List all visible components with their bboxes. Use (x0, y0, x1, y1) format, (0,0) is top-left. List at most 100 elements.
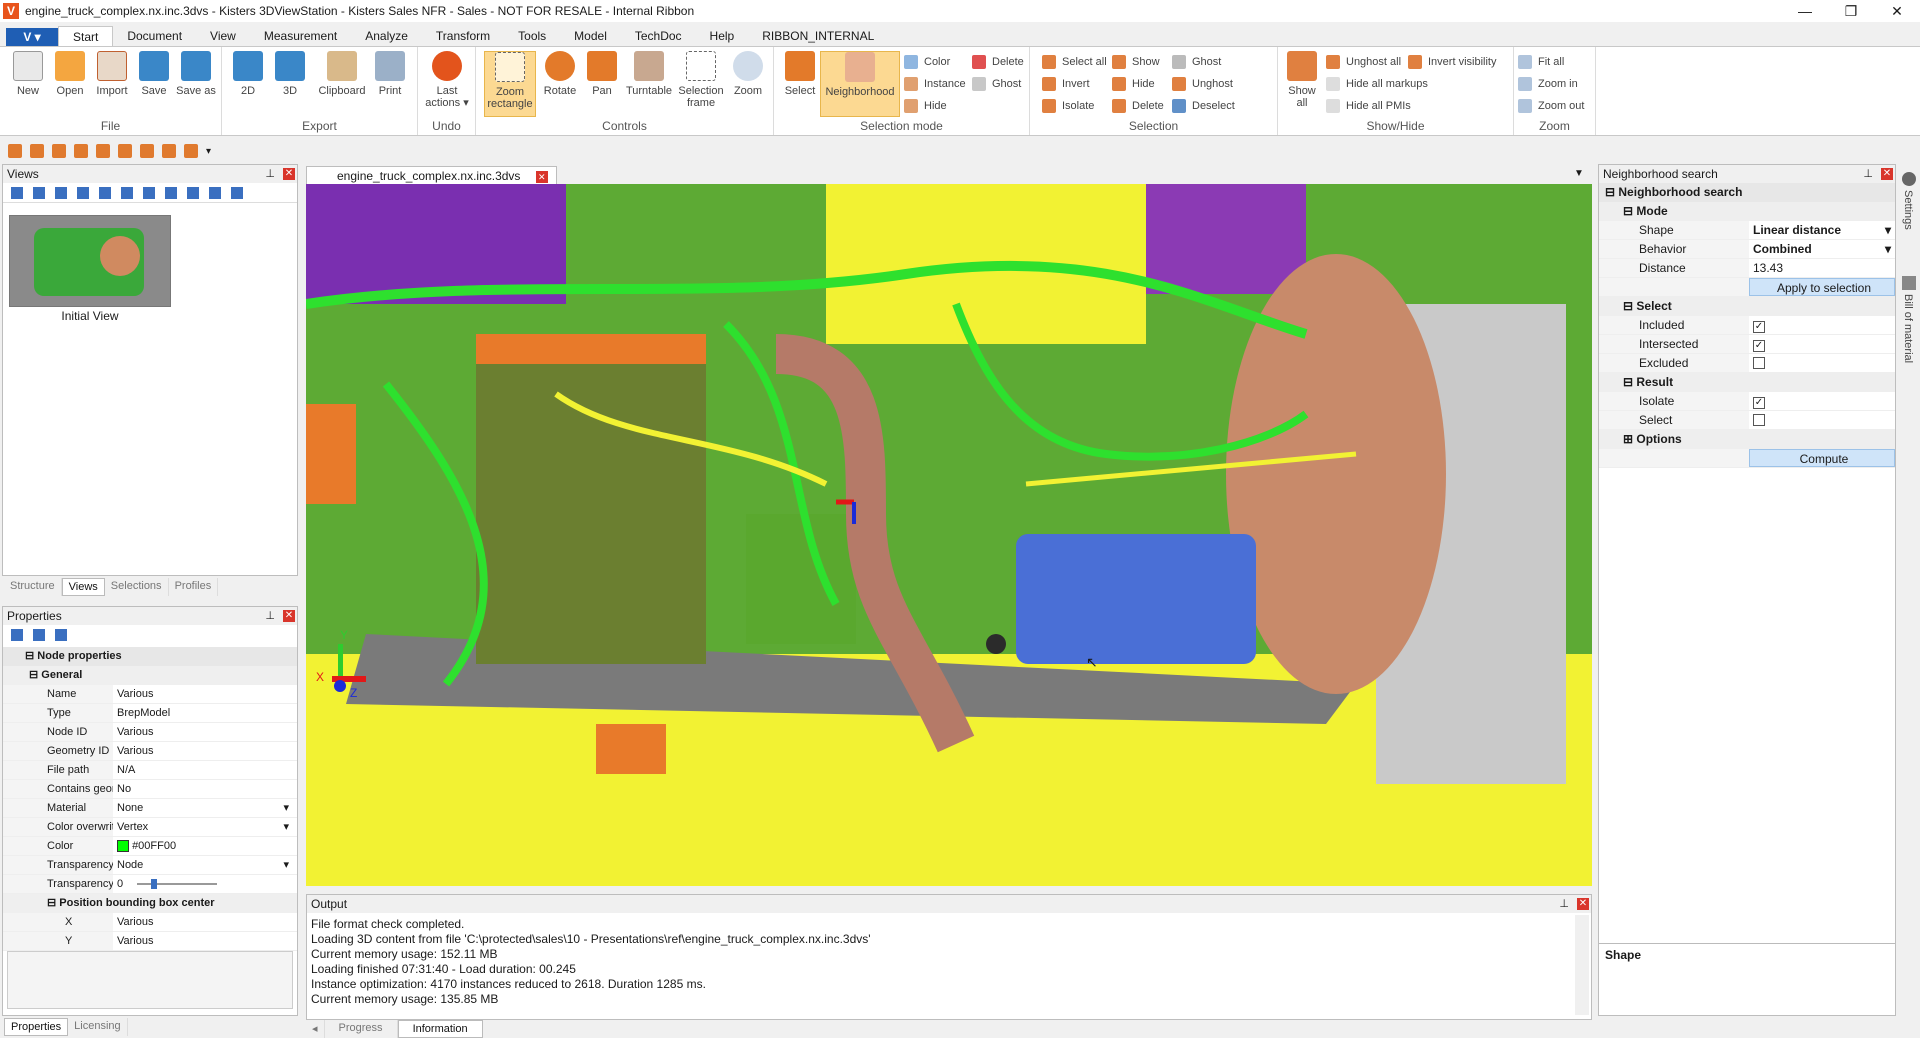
color-swatch[interactable] (117, 840, 129, 853)
isolate-button[interactable]: Isolate (1042, 97, 1094, 115)
delete-mode-button[interactable]: Delete (972, 53, 1024, 71)
select-result-row[interactable]: Select (1599, 411, 1895, 430)
tab-document[interactable]: Document (113, 26, 196, 46)
zoom-button[interactable]: Zoom (728, 51, 768, 97)
bill-of-material-icon[interactable] (1902, 276, 1916, 290)
property-row[interactable]: Transparency 0 (3, 875, 297, 894)
deselect-button[interactable]: Deselect (1172, 97, 1235, 115)
quick-tool-icon[interactable] (162, 144, 176, 158)
close-icon[interactable]: ✕ (283, 610, 295, 622)
view-tool-icon[interactable] (209, 186, 221, 199)
isolate-row[interactable]: Isolate ✓ (1599, 392, 1895, 411)
tab-properties[interactable]: Properties (4, 1018, 69, 1036)
tab-tools[interactable]: Tools (504, 26, 560, 46)
selection-frame-button[interactable]: Selection frame (676, 51, 726, 109)
pin-icon[interactable]: ⊥ (1559, 895, 1569, 913)
export-3d-button[interactable]: 3D (270, 51, 310, 97)
quick-tool-icon[interactable] (52, 144, 66, 158)
filter-icon[interactable] (55, 629, 67, 641)
quick-tool-icon[interactable] (96, 144, 110, 158)
property-row[interactable]: Node ID Various (3, 723, 297, 742)
ghost-button[interactable]: Ghost (1172, 53, 1221, 71)
open-button[interactable]: Open (50, 51, 90, 97)
apply-to-selection-button[interactable]: Apply to selection (1749, 278, 1895, 296)
dropdown-arrow-icon[interactable]: ▾ (1885, 221, 1891, 240)
fit-all-button[interactable]: Fit all (1518, 53, 1564, 71)
color-button[interactable]: Color (904, 53, 950, 71)
property-row[interactable]: Y Various (3, 932, 297, 951)
pin-icon[interactable]: ⊥ (265, 607, 275, 625)
import-button[interactable]: Import (92, 51, 132, 97)
tab-techdoc[interactable]: TechDoc (621, 26, 696, 46)
hide-all-pmis-button[interactable]: Hide all PMIs (1326, 97, 1411, 115)
dropdown-arrow-icon[interactable]: ▾ (283, 856, 289, 875)
property-row[interactable]: Contains geomet...No (3, 780, 297, 799)
export-2d-button[interactable]: 2D (228, 51, 268, 97)
scroll-left-icon[interactable]: ◂ (306, 1020, 325, 1038)
tab-bill-of-material[interactable]: Bill of material (1902, 294, 1914, 363)
invert-visibility-button[interactable]: Invert visibility (1408, 53, 1496, 71)
3d-viewport[interactable]: Y X Z ↖ (306, 184, 1592, 886)
close-icon[interactable]: ✕ (535, 171, 548, 183)
result-category[interactable]: ⊟ Result (1599, 373, 1895, 392)
included-row[interactable]: Included ✓ (1599, 316, 1895, 335)
behavior-row[interactable]: Behavior Combined ▾ (1599, 240, 1895, 259)
transparency-slider[interactable] (137, 879, 218, 890)
zoom-in-button[interactable]: Zoom in (1518, 75, 1578, 93)
hide-all-markups-button[interactable]: Hide all markups (1326, 75, 1428, 93)
compute-button[interactable]: Compute (1749, 449, 1895, 467)
property-row[interactable]: Name Various (3, 685, 297, 704)
tab-start[interactable]: Start (58, 26, 114, 46)
tab-selections[interactable]: Selections (105, 578, 169, 596)
minimize-icon[interactable]: — (1782, 0, 1828, 22)
tab-measurement[interactable]: Measurement (250, 26, 351, 46)
intersected-checkbox[interactable]: ✓ (1753, 340, 1765, 352)
tab-analyze[interactable]: Analyze (351, 26, 422, 46)
tab-ribbon-internal[interactable]: RIBBON_INTERNAL (748, 26, 888, 46)
property-row[interactable]: Type BrepModel (3, 704, 297, 723)
toolbar-overflow-icon[interactable]: ▾ (206, 146, 211, 157)
zoom-rectangle-button[interactable]: Zoom rectangle (484, 51, 536, 117)
save-as-button[interactable]: Save as (176, 51, 216, 97)
view-tool-icon[interactable] (99, 186, 111, 199)
save-button[interactable]: Save (134, 51, 174, 97)
view-tool-icon[interactable] (121, 186, 133, 199)
tab-licensing[interactable]: Licensing (68, 1018, 128, 1036)
hide-button[interactable]: Hide (1112, 75, 1155, 93)
select-result-checkbox[interactable] (1753, 414, 1765, 426)
view-tool-icon[interactable] (187, 186, 199, 199)
property-row[interactable]: X Various (3, 913, 297, 932)
select-category[interactable]: ⊟ Select (1599, 297, 1895, 316)
property-row[interactable]: Color overwriteVertex▾ (3, 818, 297, 837)
quick-tool-icon[interactable] (184, 144, 198, 158)
view-tool-icon[interactable] (77, 186, 89, 199)
distance-row[interactable]: Distance 13.43 (1599, 259, 1895, 278)
dropdown-arrow-icon[interactable]: ▾ (283, 818, 289, 837)
general-category[interactable]: ⊟ General (3, 666, 297, 685)
view-thumbnail[interactable] (9, 215, 171, 307)
show-button[interactable]: Show (1112, 53, 1160, 71)
rotate-button[interactable]: Rotate (540, 51, 580, 97)
tab-progress[interactable]: Progress (325, 1020, 398, 1038)
turntable-button[interactable]: Turntable (624, 51, 674, 97)
view-tool-icon[interactable] (55, 186, 67, 199)
show-all-button[interactable]: Show all (1282, 51, 1322, 109)
quick-tool-icon[interactable] (74, 144, 88, 158)
categorized-icon[interactable] (11, 629, 23, 641)
new-button[interactable]: New (8, 51, 48, 97)
pin-icon[interactable]: ⊥ (265, 165, 275, 183)
ghost-mode-button[interactable]: Ghost (972, 75, 1021, 93)
tab-transform[interactable]: Transform (422, 26, 504, 46)
view-tool-icon[interactable] (165, 186, 177, 199)
tab-model[interactable]: Model (560, 26, 621, 46)
settings-gear-icon[interactable] (1902, 172, 1916, 186)
excluded-checkbox[interactable] (1753, 357, 1765, 369)
property-row[interactable]: File path N/A (3, 761, 297, 780)
bbox-center-category[interactable]: ⊟ Position bounding box center (3, 894, 297, 913)
tab-view[interactable]: View (196, 26, 250, 46)
included-checkbox[interactable]: ✓ (1753, 321, 1765, 333)
node-properties-category[interactable]: ⊟ Node properties (3, 647, 297, 666)
tab-profiles[interactable]: Profiles (169, 578, 219, 596)
close-icon[interactable]: ✕ (1881, 168, 1893, 180)
shape-row[interactable]: Shape Linear distance ▾ (1599, 221, 1895, 240)
